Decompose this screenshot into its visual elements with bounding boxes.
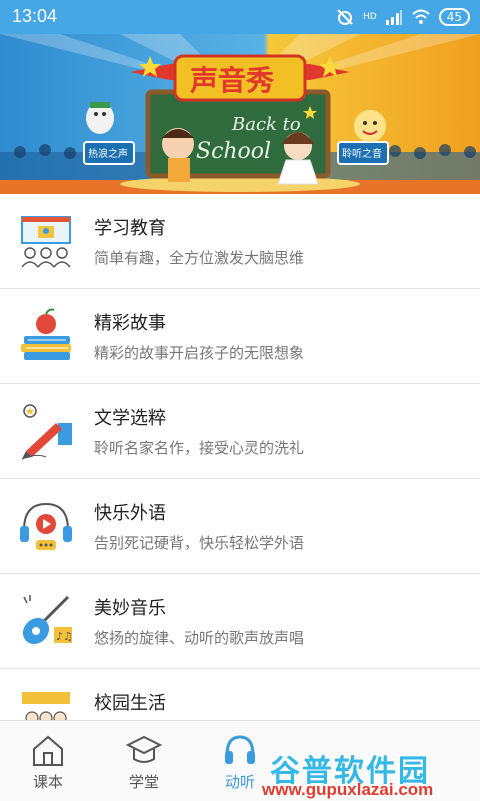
- battery-icon: 45: [438, 8, 470, 26]
- classroom-icon: [21, 216, 71, 268]
- tab-textbook[interactable]: 课本: [0, 721, 96, 801]
- category-subtitle: 聆听名家名作，接受心灵的洗礼: [94, 440, 305, 457]
- svg-text:热浪之声: 热浪之声: [88, 147, 128, 160]
- category-item-campus[interactable]: 校园生活: [0, 669, 480, 720]
- tab-label: 学堂: [128, 774, 159, 791]
- category-title: 学习教育: [94, 218, 166, 238]
- category-item-stories[interactable]: 精彩故事 精彩的故事开启孩子的无限想象: [0, 289, 480, 384]
- tab-school[interactable]: 学堂: [96, 721, 192, 801]
- graduation-cap-icon: [126, 735, 162, 763]
- pen-writing-icon: [21, 404, 72, 460]
- category-subtitle: 告别死记硬背，快乐轻松学外语: [94, 535, 305, 552]
- status-icons: HD 45: [335, 6, 470, 28]
- books-apple-icon: [21, 308, 71, 360]
- category-item-music[interactable]: ♪♫ 美妙音乐 悠扬的旋律、动听的歌声放声唱: [0, 574, 480, 669]
- campus-kids-icon: [22, 692, 70, 720]
- category-title: 文学选粹: [94, 408, 166, 428]
- category-title: 校园生活: [94, 693, 166, 713]
- promo-banner[interactable]: Back to School 声音秀 热浪之声 聆听之音: [0, 34, 480, 194]
- right-mascot-illustration: [354, 110, 386, 142]
- headphones-icon: [225, 735, 255, 764]
- category-subtitle: 精彩的故事开启孩子的无限想象: [94, 345, 305, 362]
- category-title: 快乐外语: [94, 503, 166, 523]
- left-mascot-illustration: [86, 102, 114, 134]
- left-sign: 热浪之声: [83, 141, 135, 165]
- watermark: 谷普软件园 www.gupuxlazai.com: [262, 748, 480, 800]
- category-subtitle: 悠扬的旋律、动听的歌声放声唱: [94, 630, 305, 647]
- watermark-url: www.gupuxlazai.com: [262, 780, 434, 799]
- right-sign: 聆听之音: [337, 141, 389, 165]
- home-icon: [33, 735, 63, 766]
- headphones-play-icon: [20, 502, 72, 550]
- category-item-foreign-language[interactable]: 快乐外语 告别死记硬背，快乐轻松学外语: [0, 479, 480, 574]
- svg-text:♪♫: ♪♫: [56, 630, 73, 643]
- board-text-2: School: [196, 139, 271, 164]
- category-title: 精彩故事: [94, 313, 166, 333]
- guitar-music-icon: ♪♫: [22, 595, 73, 645]
- category-list: 学习教育 简单有趣，全方位激发大脑思维 精彩故事 精彩的故事开启孩子的无限想象 …: [0, 194, 480, 720]
- category-item-literature[interactable]: 文学选粹 聆听名家名作，接受心灵的洗礼: [0, 384, 480, 479]
- status-time: 13:04: [12, 6, 58, 26]
- network-label: HD: [363, 12, 377, 22]
- tab-label: 课本: [32, 774, 63, 791]
- wifi-icon: [412, 9, 430, 24]
- category-item-learning[interactable]: 学习教育 简单有趣，全方位激发大脑思维: [0, 194, 480, 289]
- banner-headline: 声音秀: [190, 64, 274, 97]
- alarm-off-icon: [337, 9, 353, 25]
- svg-text:聆听之音: 聆听之音: [342, 147, 382, 160]
- board-text-1: Back to: [231, 114, 301, 135]
- category-subtitle: 简单有趣，全方位激发大脑思维: [94, 250, 305, 267]
- signal-icon: [385, 10, 402, 25]
- category-title: 美妙音乐: [94, 598, 166, 618]
- status-bar: 13:04 HD 45: [0, 0, 480, 34]
